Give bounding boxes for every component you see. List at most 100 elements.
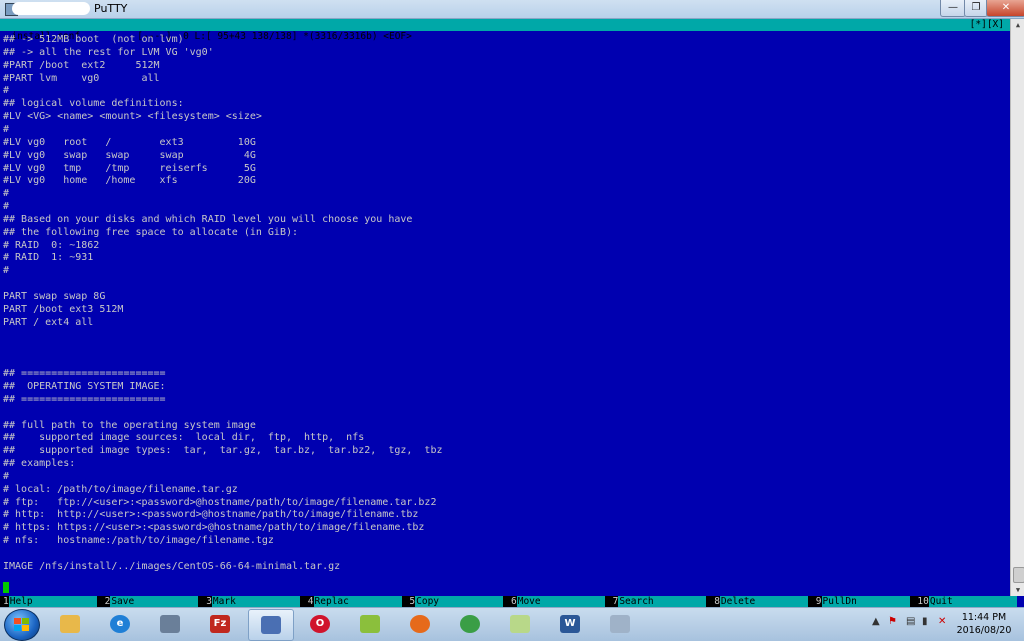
fkey-label: Mark <box>211 596 300 607</box>
editor-line: PART /boot ext3 512M <box>3 303 124 315</box>
network-app-icon <box>160 615 180 633</box>
editor-line: # RAID 1: ~931 <box>3 252 94 264</box>
internet-explorer-icon: e <box>110 615 130 633</box>
status-window-controls[interactable]: [*][X] <box>970 19 1004 31</box>
editor-line: # http: http://<user>:<password>@hostnam… <box>3 509 419 521</box>
signal-icon[interactable]: ▮ <box>922 616 928 627</box>
editor-text-area[interactable]: ## -> 512MB boot (not on lvm) ## -> all t… <box>0 31 1008 596</box>
taskbar-network-app-button[interactable] <box>148 609 192 639</box>
editor-line: ## examples: <box>3 458 76 470</box>
vertical-scrollbar[interactable]: ▲ ▼ <box>1010 19 1024 596</box>
close-button[interactable]: ✕ <box>986 0 1024 17</box>
fkey-label: Save <box>110 596 199 607</box>
taskbar-calculator-button[interactable] <box>598 609 642 639</box>
redacted-title-region <box>12 2 90 15</box>
word-icon: W <box>560 615 580 633</box>
function-key-bar: 1Help 2Save 3Mark 4Replac 5Copy 6Move 7Search 8… <box>0 596 1017 607</box>
taskbar-firefox-button[interactable] <box>398 609 442 639</box>
editor-line: ## ======================== <box>3 368 166 380</box>
taskbar-file-explorer-button[interactable] <box>48 609 92 639</box>
start-button[interactable] <box>4 609 40 641</box>
chrome-icon <box>460 615 480 633</box>
taskbar-sticky-notes-button[interactable] <box>498 609 542 639</box>
taskbar-word-button[interactable]: W <box>548 609 592 639</box>
editor-line: # RAID 0: ~1862 <box>3 239 100 251</box>
editor-line: #LV vg0 tmp /tmp reiserfs 5G <box>3 162 256 174</box>
editor-line: # <box>3 201 10 213</box>
text-cursor <box>3 582 9 593</box>
fkey-number: 10 <box>917 596 929 607</box>
fkey-label: Quit <box>928 596 1017 607</box>
editor-line: ## -> 512MB boot (not on lvm) <box>3 34 184 45</box>
fkey-label: Replac <box>313 596 402 607</box>
editor-line: # local: /path/to/image/filename.tar.gz <box>3 483 238 495</box>
editor-line: ## ======================== <box>3 393 166 405</box>
minimize-button[interactable]: — <box>940 0 966 17</box>
editor-line: #LV vg0 root / ext3 10G <box>3 136 256 148</box>
windows-logo-icon <box>14 618 30 632</box>
maximize-button[interactable]: ❐ <box>964 0 988 17</box>
editor-line: # nfs: hostname:/path/to/image/filename.… <box>3 535 274 547</box>
editor-line: # <box>3 188 10 200</box>
window-title: PuTTY <box>94 2 128 15</box>
taskbar-internet-explorer-button[interactable]: e <box>98 609 142 639</box>
fkey-help[interactable]: 1Help <box>3 596 97 607</box>
fkey-mark[interactable]: 3Mark <box>206 596 300 607</box>
editor-line: #LV <VG> <name> <mount> <filesystem> <si… <box>3 111 262 123</box>
editor-line: PART swap swap 8G <box>3 291 106 302</box>
scrollbar-thumb[interactable] <box>1013 567 1024 583</box>
fkey-label: Delete <box>719 596 808 607</box>
window-title-bar[interactable]: PuTTY — ❐ ✕ <box>0 0 1024 19</box>
fkey-label: PullDn <box>821 596 910 607</box>
editor-line: ## -> all the rest for LVM VG 'vg0' <box>3 46 214 58</box>
clock[interactable]: 11:44 PM 2016/08/20 <box>952 611 1016 637</box>
notepad-icon <box>360 615 380 633</box>
tray-flag-icon[interactable]: ⚑ <box>888 616 897 627</box>
editor-line: # <box>3 470 10 482</box>
fkey-copy[interactable]: 5Copy <box>409 596 504 607</box>
fkey-search[interactable]: 7Search <box>613 596 707 607</box>
editor-line: ## OPERATING SYSTEM IMAGE: <box>3 380 166 392</box>
taskbar-putty-button[interactable] <box>248 609 294 641</box>
system-tray[interactable]: ▲ ⚑ ▤ ▮ ✕ <box>866 614 956 634</box>
file-explorer-icon <box>60 615 80 633</box>
editor-line: #LV vg0 swap swap swap 4G <box>3 149 256 161</box>
sticky-notes-icon <box>510 615 530 633</box>
editor-line: ## the following free space to allocate … <box>3 226 299 238</box>
fkey-replac[interactable]: 4Replac <box>308 596 402 607</box>
editor-line: # <box>3 85 10 97</box>
editor-line: ## supported image types: tar, tar.gz, t… <box>3 445 443 457</box>
editor-line: #PART lvm vg0 all <box>3 72 160 84</box>
editor-line: ## logical volume definitions: <box>3 98 184 110</box>
editor-line: # <box>3 123 10 135</box>
calculator-icon <box>610 615 630 633</box>
scroll-up-arrow-icon[interactable]: ▲ <box>1012 19 1024 31</box>
taskbar-opera-button[interactable]: O <box>298 609 342 639</box>
fkey-label: Help <box>8 596 97 607</box>
fkey-label: Copy <box>415 596 504 607</box>
editor-line: ## supported image sources: local dir, f… <box>3 432 365 444</box>
windows-taskbar: e Fz O W ▲ ⚑ ▤ ▮ ✕ 11:44 PM 2016/08/20 <box>0 607 1024 641</box>
taskbar-notepad-button[interactable] <box>348 609 392 639</box>
tray-arrow-icon[interactable]: ▲ <box>872 616 880 627</box>
taskbar-chrome-button[interactable] <box>448 609 492 639</box>
fkey-move[interactable]: 6Move <box>511 596 605 607</box>
volume-muted-icon[interactable]: ✕ <box>938 616 946 627</box>
editor-line: # ftp: ftp://<user>:<password>@hostname/… <box>3 496 437 508</box>
fkey-label: Move <box>516 596 605 607</box>
clock-date: 2016/08/20 <box>956 625 1012 636</box>
fkey-save[interactable]: 2Save <box>105 596 199 607</box>
fkey-quit[interactable]: 10Quit <box>917 596 1017 607</box>
scroll-down-arrow-icon[interactable]: ▼ <box>1012 584 1024 596</box>
fkey-label: Search <box>618 596 707 607</box>
filezilla-icon: Fz <box>210 615 230 633</box>
fkey-delete[interactable]: 8Delete <box>714 596 808 607</box>
editor-line: PART / ext4 all <box>3 316 94 328</box>
taskbar-filezilla-button[interactable]: Fz <box>198 609 242 639</box>
fkey-pulldn[interactable]: 9PullDn <box>816 596 910 607</box>
network-icon[interactable]: ▤ <box>906 616 915 627</box>
putty-icon <box>261 616 281 634</box>
editor-line: # <box>3 265 10 277</box>
editor-status-line: install.conf [----] 0 L:[ 95+43 138/138]… <box>0 19 1010 42</box>
editor-line: ## Based on your disks and which RAID le… <box>3 213 413 225</box>
